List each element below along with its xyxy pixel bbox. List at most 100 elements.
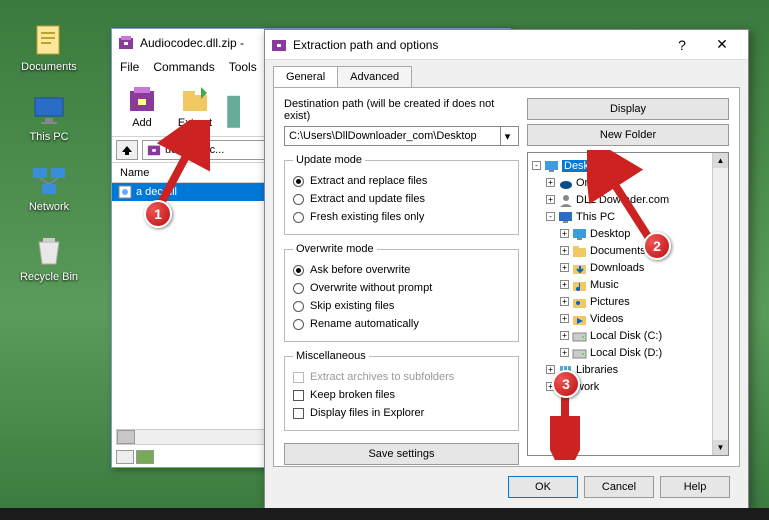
desktop-icon-thispc[interactable]: This PC	[14, 92, 84, 143]
folder-tree[interactable]: -Desktop+OneDri+DLL Dow ader.com-This PC…	[527, 152, 729, 456]
radio-skip[interactable]: Skip existing files	[293, 297, 510, 315]
tree-item-dll-dow-ader-com[interactable]: +DLL Dow ader.com	[546, 191, 724, 208]
tree-label: Local Disk (C:)	[590, 330, 662, 342]
dest-dropdown-arrow[interactable]: ▾	[500, 127, 514, 145]
desktop-icon-network[interactable]: Network	[14, 162, 84, 213]
expand-icon[interactable]: +	[560, 348, 569, 357]
callout-1: 1	[144, 200, 172, 228]
radio-extract-update[interactable]: Extract and update files	[293, 190, 510, 208]
onedrive-icon	[558, 176, 573, 190]
tree-label: Documents	[590, 245, 646, 257]
newfolder-button[interactable]: New Folder	[527, 124, 729, 146]
tree-item-documents[interactable]: + Documents	[560, 242, 724, 259]
tree-label: Libraries	[576, 364, 618, 376]
tree-label: Desktop	[590, 228, 630, 240]
desktop-icon-label: Documents	[14, 61, 84, 73]
check-icon	[293, 372, 304, 383]
nav-path-text: udiocodec...	[165, 144, 224, 156]
tree-label: OneDri	[576, 177, 611, 189]
check-keepbroken[interactable]: Keep broken files	[293, 386, 510, 404]
menu-file[interactable]: File	[120, 60, 139, 74]
tree-item-onedri[interactable]: + OneDri	[546, 174, 724, 191]
overwrite-legend: Overwrite mode	[293, 243, 377, 255]
radio-icon	[293, 319, 304, 330]
dl-icon	[572, 261, 587, 275]
taskbar[interactable]	[0, 508, 769, 520]
scroll-down-icon[interactable]: ▼	[713, 440, 728, 455]
toolbar-extractto[interactable]: Extract To	[169, 81, 221, 134]
tree-item-local-disk-d-[interactable]: +Local Disk (D:)	[560, 344, 724, 361]
more-icon	[224, 83, 256, 115]
radio-overwrite[interactable]: Overwrite without prompt	[293, 279, 510, 297]
expand-icon[interactable]: +	[546, 178, 555, 187]
expand-icon[interactable]: +	[560, 280, 569, 289]
scroll-up-icon[interactable]: ▲	[713, 153, 728, 168]
expand-icon[interactable]: -	[546, 212, 555, 221]
tree-scrollbar[interactable]: ▲ ▼	[712, 153, 728, 455]
overwrite-mode-group: Overwrite mode Ask before overwrite Over…	[284, 243, 519, 342]
tree-item-desktop[interactable]: + Desktop	[560, 225, 724, 242]
toolbar-extractto-label: Extract To	[171, 117, 219, 141]
menu-tools[interactable]: Tools	[229, 60, 257, 74]
dialog-titlebar[interactable]: Extraction path and options ? ✕	[265, 30, 748, 60]
tree-item-pictures[interactable]: + Pictures	[560, 293, 724, 310]
tab-advanced[interactable]: Advanced	[337, 66, 412, 87]
misc-group: Miscellaneous Extract archives to subfol…	[284, 350, 519, 431]
tree-item-local-disk-c-[interactable]: + Local Disk (C:)	[560, 327, 724, 344]
check-icon	[293, 390, 304, 401]
expand-icon[interactable]: +	[560, 263, 569, 272]
radio-icon	[293, 212, 304, 223]
toolbar-add[interactable]: Add	[116, 81, 168, 134]
expand-icon[interactable]: +	[560, 297, 569, 306]
extraction-dialog: Extraction path and options ? ✕ General …	[264, 29, 749, 509]
close-button[interactable]: ✕	[702, 31, 742, 59]
expand-icon[interactable]: +	[546, 195, 555, 204]
expand-icon[interactable]: +	[560, 331, 569, 340]
tab-bar: General Advanced	[265, 60, 748, 87]
menu-commands[interactable]: Commands	[153, 60, 214, 74]
disk-icon	[572, 346, 587, 360]
display-button[interactable]: Display	[527, 98, 729, 120]
check-displayexplorer[interactable]: Display files in Explorer	[293, 404, 510, 422]
tree-label: Downloads	[590, 262, 644, 274]
expand-icon[interactable]: +	[560, 246, 569, 255]
radio-icon	[293, 283, 304, 294]
radio-fresh-only[interactable]: Fresh existing files only	[293, 208, 510, 226]
radio-rename[interactable]: Rename automatically	[293, 315, 510, 333]
tree-item-music[interactable]: +Music	[560, 276, 724, 293]
expand-icon[interactable]: +	[546, 365, 555, 374]
tab-general[interactable]: General	[273, 66, 338, 87]
music-icon	[572, 278, 587, 292]
desktop-icon-documents[interactable]: Documents	[14, 22, 84, 73]
expand-icon[interactable]: +	[560, 229, 569, 238]
check-icon	[293, 408, 304, 419]
desktop-icon-recycle[interactable]: Recycle Bin	[14, 232, 84, 283]
left-pane: Destination path (will be created if doe…	[284, 98, 519, 456]
radio-extract-replace[interactable]: Extract and replace files	[293, 172, 510, 190]
save-settings-button[interactable]: Save settings	[284, 443, 519, 465]
tree-item-videos[interactable]: +Videos	[560, 310, 724, 327]
dll-icon	[118, 185, 132, 199]
tree-item-this-pc[interactable]: -This PC	[546, 208, 724, 225]
ok-button[interactable]: OK	[508, 476, 578, 498]
expand-icon[interactable]: +	[560, 314, 569, 323]
tree-item-desktop[interactable]: -Desktop	[532, 157, 724, 174]
desktop-icon-label: Recycle Bin	[14, 271, 84, 283]
status-icon1	[116, 450, 134, 464]
tree-label: Pictures	[590, 296, 630, 308]
destination-input[interactable]: C:\Users\DllDownloader_com\Desktop ▾	[284, 126, 519, 146]
toolbar-more[interactable]	[222, 81, 242, 134]
radio-ask[interactable]: Ask before overwrite	[293, 261, 510, 279]
pc-icon	[558, 210, 573, 224]
winrar-title-text: Audiocodec.dll.zip -	[140, 36, 244, 50]
cancel-button[interactable]: Cancel	[584, 476, 654, 498]
update-legend: Update mode	[293, 154, 365, 166]
help-button[interactable]: ?	[662, 31, 702, 59]
dialog-body: Destination path (will be created if doe…	[273, 87, 740, 467]
tree-item-downloads[interactable]: + Downloads	[560, 259, 724, 276]
help-button2[interactable]: Help	[660, 476, 730, 498]
nav-up-button[interactable]	[116, 140, 138, 160]
expand-icon[interactable]: -	[532, 161, 541, 170]
callout-3: 3	[552, 370, 580, 398]
add-icon	[126, 83, 158, 115]
